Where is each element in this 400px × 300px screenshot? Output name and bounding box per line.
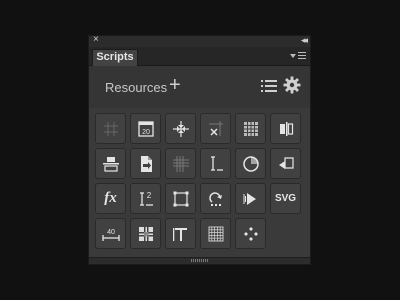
tool-button[interactable] [200,218,231,249]
svg-text:2: 2 [146,191,151,200]
tool-button[interactable] [95,113,126,144]
tab-scripts[interactable]: Scripts [92,49,138,66]
measure-icon: 40 [101,229,120,241]
crosshair-grid-icon [103,121,118,136]
calendar-icon: 20 [137,120,154,137]
resources-toolbar: Resources + [89,66,310,108]
tool-button[interactable] [235,148,266,179]
tool-button[interactable] [270,148,301,179]
align-center-horizontal-icon [102,156,119,172]
svg-icon: SVG [274,193,297,204]
hatch-grid-icon [172,155,189,172]
delete-guides-icon [208,120,223,136]
tool-button[interactable] [130,218,161,249]
table-grid-icon [243,121,258,136]
collapse-icon[interactable]: ◂◂ [301,34,308,46]
play-step-icon [243,192,256,205]
tab-row: Scripts [89,47,310,66]
center-crosshair-icon [172,120,189,137]
tool-button[interactable] [165,113,196,144]
tool-button[interactable]: fx [95,183,126,214]
shape-arrow-icon [278,156,294,169]
diamond-dots-icon [243,226,258,241]
resources-label[interactable]: Resources [105,80,167,95]
tool-button[interactable] [165,148,196,179]
tool-button[interactable] [95,148,126,179]
panel-titlebar: × ◂◂ [89,34,310,47]
close-icon[interactable]: × [93,34,99,46]
gear-icon[interactable] [283,76,301,94]
text-cursor-icon [210,155,223,171]
superscript-cursor-icon: 2 [139,191,153,206]
fx-icon: fx [104,190,117,206]
resize-grip[interactable] [191,259,209,262]
document-export-icon [140,155,152,172]
tool-button[interactable] [200,183,231,214]
align-edge-icon [279,121,293,136]
tool-button[interactable]: SVG [270,183,301,214]
svg-text:20: 20 [142,129,150,136]
tool-button[interactable]: 2 [130,183,161,214]
scripts-panel: × ◂◂ Scripts Resources + 20 fx 2 SVG 40 [88,34,311,265]
text-tool-icon [172,227,187,241]
rotate-arrow-icon [208,191,222,206]
tools-grid: 20 fx 2 SVG 40 [95,113,301,249]
circle-icon [242,155,259,172]
tool-button[interactable] [270,113,301,144]
tool-button[interactable] [235,183,266,214]
panel-footer [89,257,310,264]
pattern-grid-icon [138,226,153,241]
tool-button[interactable] [235,113,266,144]
tool-button[interactable] [200,148,231,179]
tool-button[interactable] [165,183,196,214]
panel-menu-icon[interactable] [290,51,306,61]
add-icon[interactable]: + [169,75,181,95]
list-icon[interactable] [261,79,277,93]
selection-box-icon [173,191,188,206]
tool-button[interactable] [130,148,161,179]
tool-button[interactable]: 40 [95,218,126,249]
tool-button[interactable] [235,218,266,249]
tool-button[interactable] [165,218,196,249]
tool-button[interactable] [200,113,231,144]
svg-text:40: 40 [107,229,115,236]
dense-grid-icon [208,226,223,241]
tool-button[interactable]: 20 [130,113,161,144]
